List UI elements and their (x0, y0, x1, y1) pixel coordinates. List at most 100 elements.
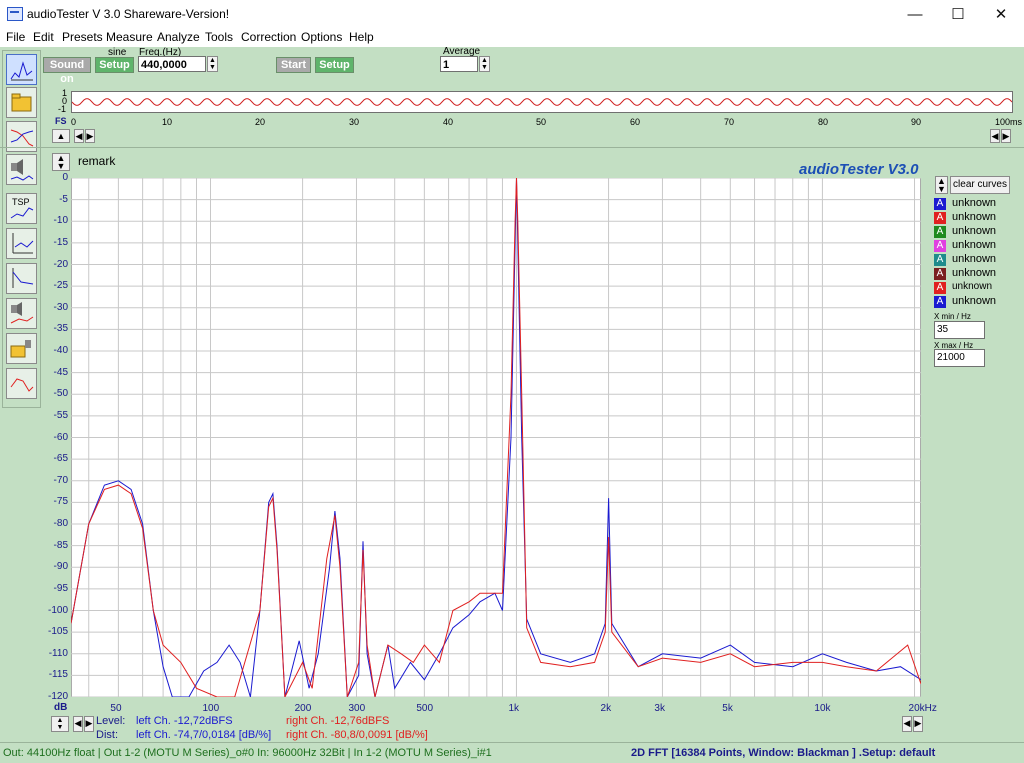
curve-label: unknown (952, 281, 993, 292)
average-spinner[interactable]: ▲ ▼ (479, 56, 490, 72)
right-dist-readout: right Ch. -80,8/0,0091 [dB/%] (286, 729, 428, 741)
phase-tool-icon[interactable] (6, 368, 37, 399)
scope-x-tick: 40 (443, 117, 454, 127)
y-tick-label: -85 (53, 539, 68, 551)
fs-label: FS (55, 116, 67, 126)
curve-label: unknown (952, 267, 997, 279)
generator-setup-button[interactable]: Setup (95, 57, 134, 73)
y-tick-label: -65 (53, 453, 68, 465)
remark-field[interactable]: remark (78, 154, 115, 168)
speaker-measure-tool-icon[interactable] (6, 298, 37, 329)
freq-spinner[interactable]: ▲ ▼ (207, 56, 218, 72)
menu-help[interactable]: Help (349, 30, 374, 44)
folder-tool-icon[interactable] (6, 87, 37, 118)
fft-plot (70, 177, 922, 699)
tsp-tool-icon[interactable]: TSP (6, 193, 37, 224)
right-level-readout: right Ch. -12,76dBFS (286, 715, 390, 727)
x-tick-label: 300 (348, 703, 366, 714)
start-button[interactable]: Start (276, 57, 311, 73)
divider (0, 147, 1024, 148)
legend-spinner[interactable]: ▲ ▼ (935, 176, 948, 194)
y-tick-label: -105 (47, 626, 68, 638)
xmax-input[interactable]: 21000 (934, 349, 985, 367)
curve-letter-icon: A (934, 198, 946, 210)
plot-nav-left[interactable]: ◀ (73, 716, 83, 732)
status-bar: Out: 44100Hz float | Out 1-2 (MOTU M Ser… (0, 742, 1024, 763)
x-tick-label: 20kHz (908, 703, 937, 714)
scope-end-nav-right[interactable]: ▶ (1001, 129, 1011, 143)
x-tick-label: 3k (654, 703, 665, 714)
folder-speaker-tool-icon[interactable] (6, 333, 37, 364)
scope-x-tick: 20 (255, 117, 266, 127)
tool-sidebar: TSP (2, 50, 41, 408)
y-tick-label: -90 (53, 561, 68, 573)
y-tick-label: -115 (48, 669, 68, 681)
sound-on-button[interactable]: Sound on (43, 57, 91, 85)
y-tick-label: -15 (53, 236, 68, 248)
y-tick-label: -80 (53, 518, 68, 529)
plot-end-nav-right[interactable]: ▶ (913, 716, 923, 732)
scope-zoom-spinner[interactable]: ▲ (52, 129, 70, 143)
menu-analyze[interactable]: Analyze (157, 30, 200, 44)
scope-x-tick: 30 (349, 117, 360, 127)
y-tick-label: -110 (48, 647, 68, 659)
curve-label: unknown (952, 197, 997, 209)
y-scale-spinner[interactable]: ▲ ▼ (51, 716, 69, 732)
dist-label: Dist: (96, 729, 118, 741)
xmin-input[interactable]: 35 (934, 321, 985, 339)
fft-tool-icon[interactable] (6, 54, 37, 85)
curve-letter-icon: A (934, 296, 946, 308)
svg-text:TSP: TSP (12, 197, 30, 207)
y-tick-label: -60 (53, 431, 68, 443)
minimize-button[interactable]: — (892, 0, 938, 29)
curve-letter-icon: A (934, 282, 946, 294)
scope-x-tick: 10 (162, 117, 173, 127)
freq-input[interactable]: 440,0000 (138, 56, 206, 72)
y-tick-label: -5 (59, 193, 68, 205)
curve-letter-icon: A (934, 226, 946, 238)
curve-label: unknown (952, 225, 997, 237)
y-tick-label: -55 (53, 409, 68, 421)
curve-label: unknown (952, 239, 997, 251)
x-tick-label: 2k (600, 703, 612, 714)
remark-spinner[interactable]: ▲ ▼ (52, 153, 70, 171)
y-tick-label: -30 (53, 301, 68, 313)
fft-plot-svg (70, 177, 922, 699)
speaker-tool-icon[interactable] (6, 154, 37, 185)
curve-letter-icon: A (934, 212, 946, 224)
menu-measure[interactable]: Measure (106, 30, 153, 44)
maximize-button[interactable]: ☐ (935, 0, 981, 29)
app-icon (7, 7, 23, 21)
scope-end-nav-left[interactable]: ◀ (990, 129, 1000, 143)
y-tick-label: -120 (47, 691, 68, 702)
scope-nav-left[interactable]: ◀ (74, 129, 84, 143)
plot-nav-right[interactable]: ▶ (84, 716, 94, 732)
menu-edit[interactable]: Edit (33, 30, 54, 44)
y-tick-label: -70 (53, 474, 68, 486)
y-tick-label: -50 (53, 388, 68, 400)
status-io-info: Out: 44100Hz float | Out 1-2 (MOTU M Ser… (3, 747, 492, 759)
status-analysis-info: 2D FFT [16384 Points, Window: Blackman ]… (631, 747, 936, 759)
menu-tools[interactable]: Tools (205, 30, 233, 44)
oscilloscope-view (71, 91, 1013, 113)
menu-file[interactable]: File (6, 30, 25, 44)
left-dist-readout: left Ch. -74,7/0,0184 [dB/%] (136, 729, 272, 741)
y-tick-label: -10 (53, 215, 68, 227)
waterfall-tool-icon[interactable] (6, 228, 37, 259)
menu-options[interactable]: Options (301, 30, 342, 44)
impulse-tool-icon[interactable] (6, 263, 37, 294)
menu-presets[interactable]: Presets (62, 30, 103, 44)
average-input[interactable]: 1 (440, 56, 478, 72)
close-button[interactable]: ✕ (978, 0, 1024, 29)
x-tick-label: 100 (202, 703, 220, 714)
y-tick-label: -45 (53, 366, 68, 378)
curve-letter-icon: A (934, 268, 946, 280)
db-unit-label: dB (54, 702, 68, 713)
analyzer-setup-button[interactable]: Setup (315, 57, 354, 73)
x-tick-label: 1k (508, 703, 520, 714)
clear-curves-button[interactable]: clear curves (950, 176, 1010, 194)
plot-end-nav-left[interactable]: ◀ (902, 716, 912, 732)
menu-correction[interactable]: Correction (241, 30, 296, 44)
scope-nav-right[interactable]: ▶ (85, 129, 95, 143)
y-tick-label: -25 (53, 280, 68, 292)
